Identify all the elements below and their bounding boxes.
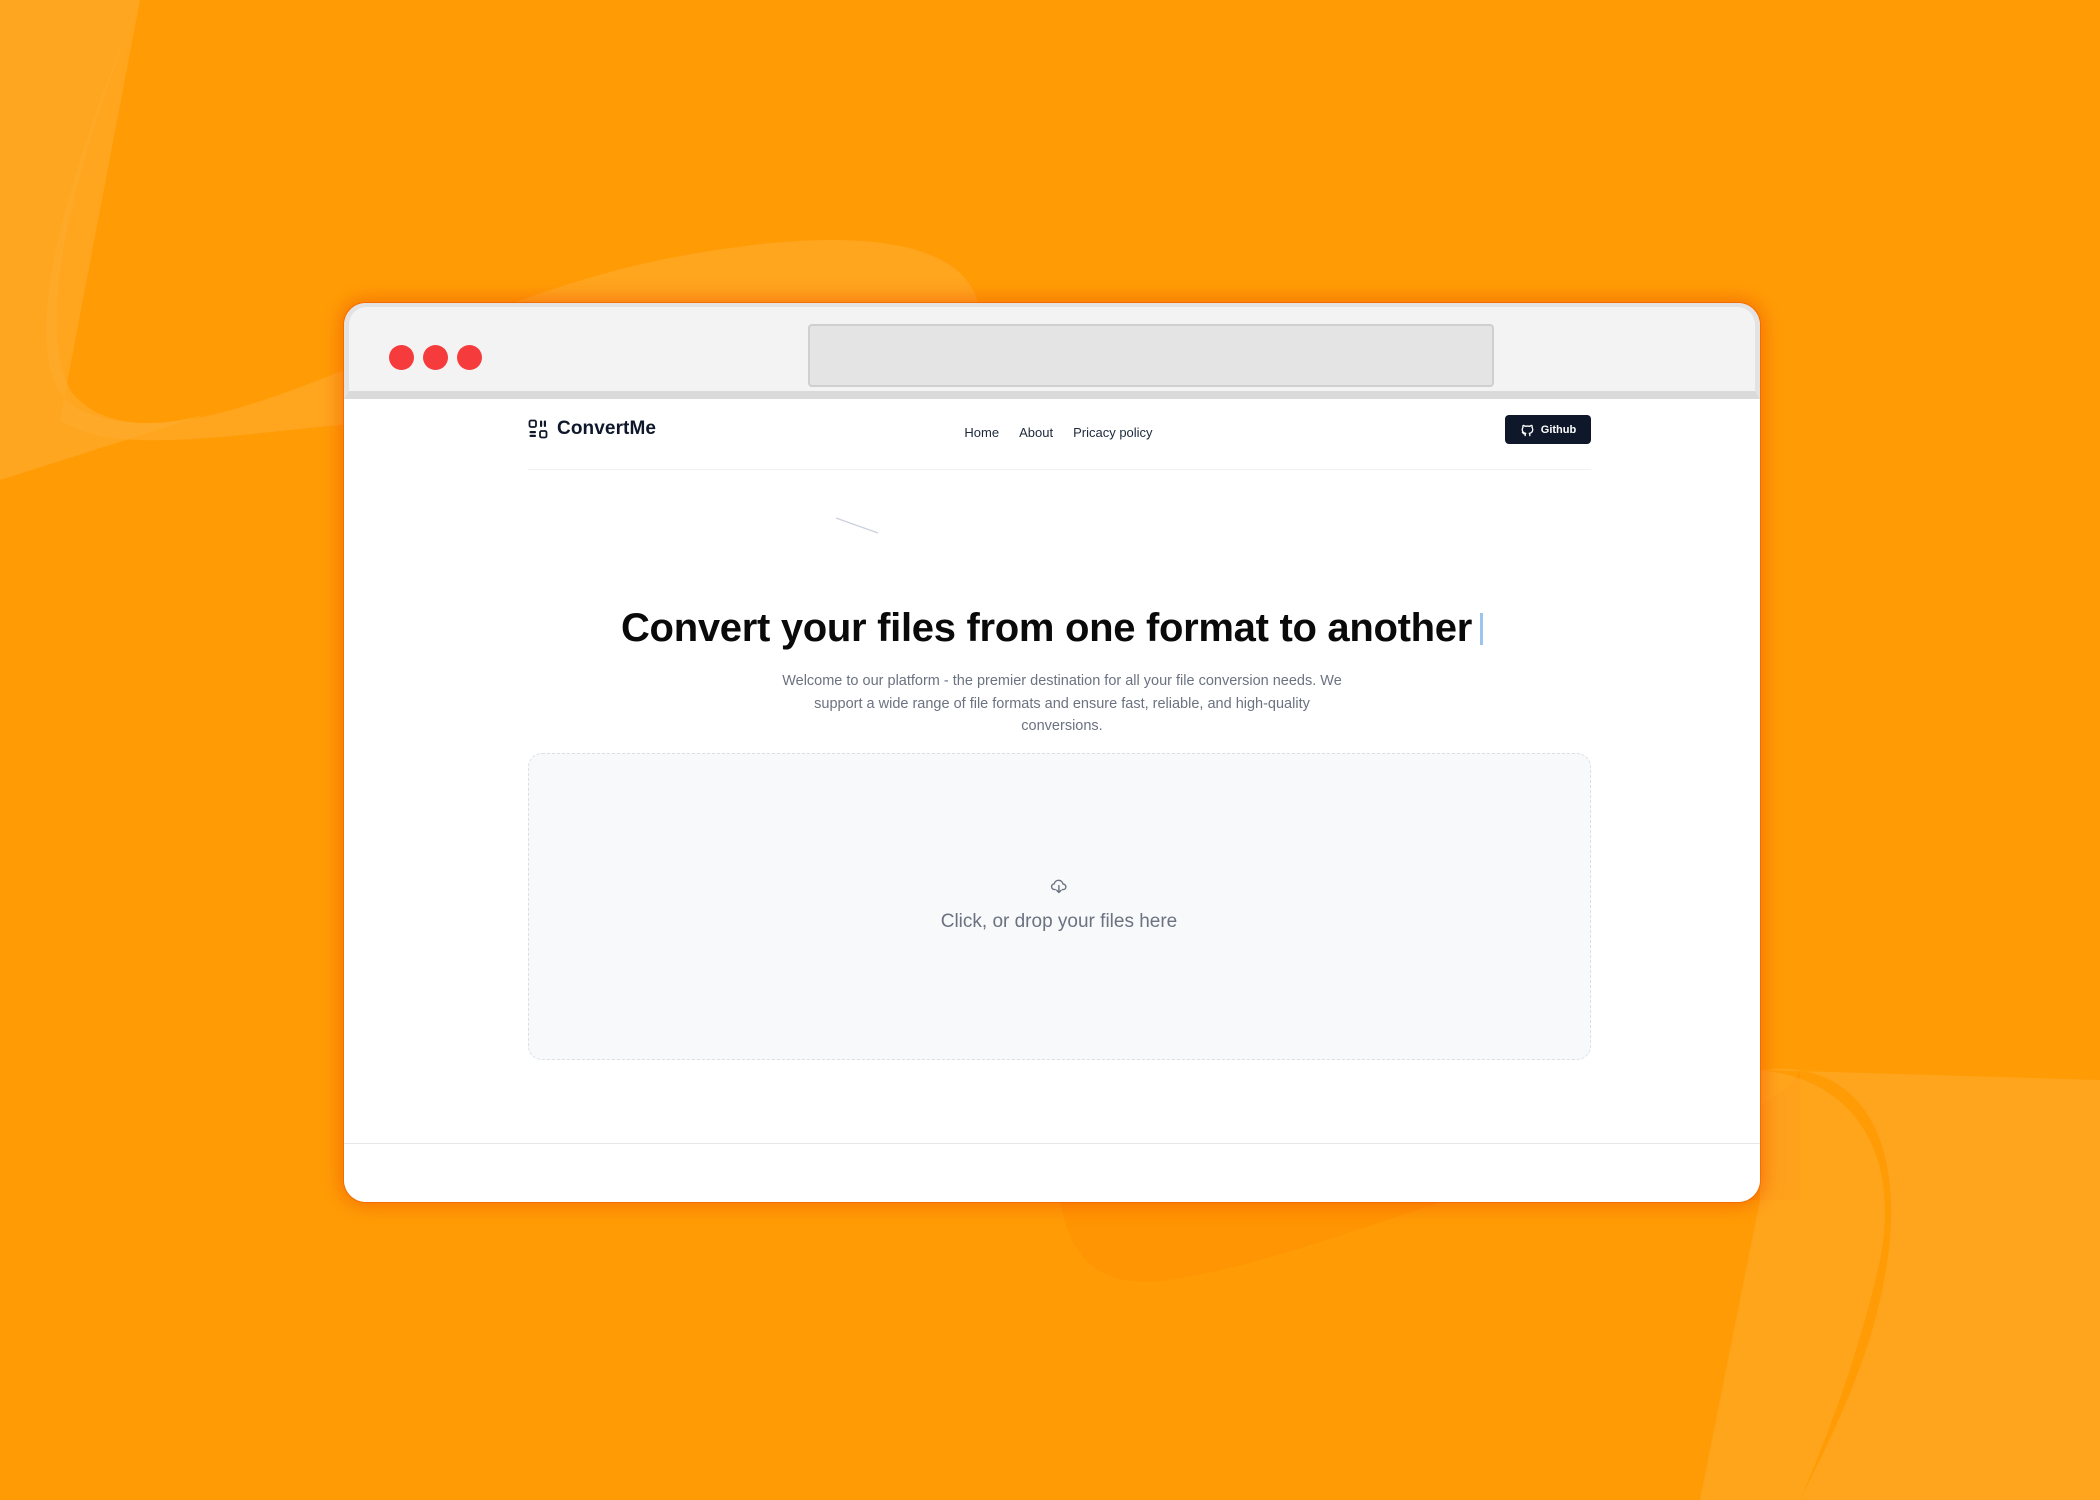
nav-link-home[interactable]: Home	[964, 425, 999, 440]
window-close-dot[interactable]	[389, 345, 414, 370]
hero-title-text: Convert your files from one format to an…	[620, 606, 1473, 650]
dropzone-label: Click, or drop your files here	[940, 911, 1178, 932]
browser-chrome	[344, 303, 1760, 399]
github-icon	[1521, 424, 1534, 437]
address-bar[interactable]	[808, 324, 1494, 387]
file-dropzone[interactable]: Click, or drop your files here	[528, 753, 1591, 1060]
window-minimize-dot[interactable]	[423, 345, 448, 370]
hero-title: Convert your files from one format to an…	[344, 606, 1760, 651]
brand-logo[interactable]: ConvertMe	[528, 418, 656, 440]
top-navbar: ConvertMe Home About Pricacy policy Gith…	[528, 399, 1591, 470]
nav-links: Home About Pricacy policy	[528, 424, 1591, 442]
browser-window: ConvertMe Home About Pricacy policy Gith…	[344, 303, 1760, 1202]
footer-divider	[344, 1143, 1760, 1144]
window-maximize-dot[interactable]	[457, 345, 482, 370]
nav-link-privacy-policy[interactable]: Pricacy policy	[1073, 425, 1152, 440]
typing-cursor	[1480, 613, 1484, 645]
page-content: ConvertMe Home About Pricacy policy Gith…	[344, 399, 1760, 1202]
decorative-stroke	[835, 517, 879, 534]
github-button-label: Github	[1540, 423, 1577, 436]
brand-name: ConvertMe	[557, 418, 657, 439]
hero-subtitle: Welcome to our platform - the premier de…	[782, 673, 1342, 734]
nav-link-about[interactable]: About	[1019, 425, 1053, 440]
grid-icon	[528, 419, 548, 439]
cloud-download-icon	[1050, 879, 1067, 894]
github-button[interactable]: Github	[1505, 415, 1591, 444]
